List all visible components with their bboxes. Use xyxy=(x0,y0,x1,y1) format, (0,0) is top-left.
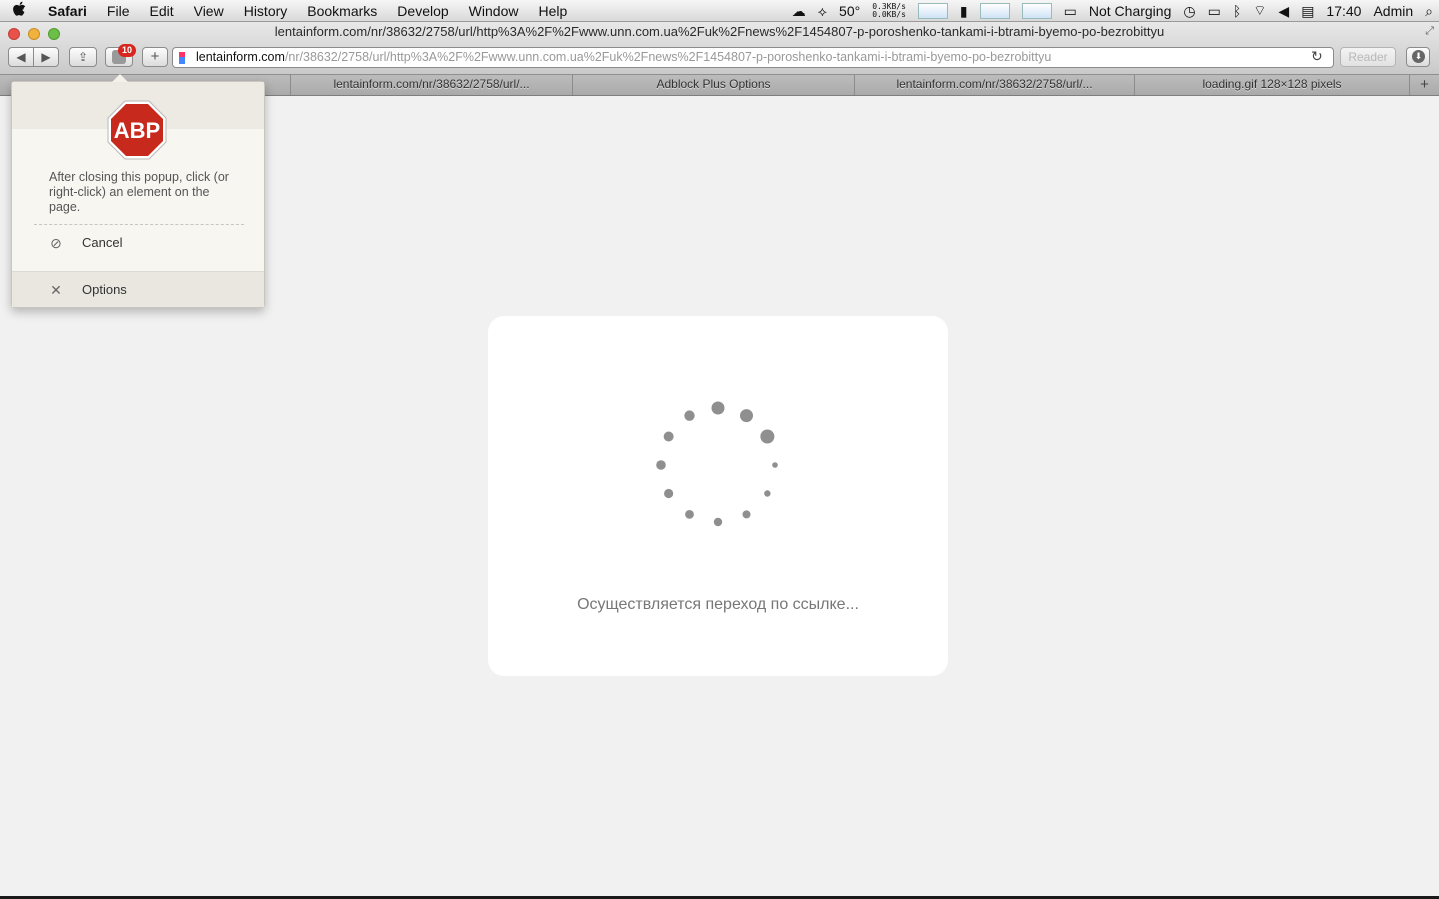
abp-logo-text: ABP xyxy=(114,118,160,143)
menu-view[interactable]: View xyxy=(184,3,234,19)
menu-history[interactable]: History xyxy=(234,3,298,19)
downloads-button[interactable]: ⬇ xyxy=(1406,47,1430,67)
spinner-dot xyxy=(656,460,666,470)
time-machine-icon[interactable]: ◷ xyxy=(1183,3,1195,20)
menu-help[interactable]: Help xyxy=(528,3,577,19)
cancel-icon: ⊘ xyxy=(50,235,62,251)
cancel-label: Cancel xyxy=(82,235,123,250)
network-graph-icon[interactable] xyxy=(917,3,948,19)
volume-icon[interactable]: ◀ xyxy=(1278,3,1289,20)
spinner-dot xyxy=(684,410,695,421)
tab-lentainform-1[interactable]: lentainform.com/nr/38632/2758/url/... xyxy=(290,75,572,95)
cpu-graph-icon[interactable] xyxy=(979,3,1010,19)
spinner-dot xyxy=(772,462,778,468)
reload-icon[interactable]: ↻ xyxy=(1311,48,1323,65)
menu-develop[interactable]: Develop xyxy=(387,3,458,19)
window-title: lentainform.com/nr/38632/2758/url/http%3… xyxy=(274,24,1165,39)
share-button[interactable]: ⇪ xyxy=(69,47,97,67)
battery-icon[interactable]: ▭ xyxy=(1064,3,1077,20)
abp-logo-icon: ABP xyxy=(107,100,167,160)
tab-adblock-options[interactable]: Adblock Plus Options xyxy=(572,75,854,95)
spinner-dot xyxy=(663,431,674,442)
spotlight-search-icon[interactable]: ⌕ xyxy=(1425,3,1433,20)
menu-edit[interactable]: Edit xyxy=(139,3,183,19)
spinner-dot xyxy=(740,409,753,423)
cloud-icon[interactable]: ☁ xyxy=(792,3,806,20)
menu-safari[interactable]: Safari xyxy=(38,3,97,19)
wifi-icon[interactable]: ⌔ xyxy=(1253,2,1266,20)
satellite-icon[interactable]: ⟡ xyxy=(818,3,827,20)
fullscreen-icon[interactable]: ⤢ xyxy=(1425,25,1434,38)
clock[interactable]: 17:40 xyxy=(1326,3,1361,19)
popup-arrow xyxy=(112,74,128,82)
apple-menu-icon[interactable] xyxy=(0,1,38,21)
spinner-dot xyxy=(664,488,674,499)
menu-file[interactable]: File xyxy=(97,3,140,19)
add-bookmark-button[interactable]: + xyxy=(142,47,168,67)
spinner-dot xyxy=(764,490,771,497)
back-button[interactable]: ◀ xyxy=(8,47,34,67)
favicon-icon xyxy=(179,52,185,64)
tools-icon: ✕ xyxy=(50,282,62,298)
menu-bookmarks[interactable]: Bookmarks xyxy=(297,3,387,19)
new-tab-button[interactable]: + xyxy=(1409,75,1439,95)
tab-lentainform-2[interactable]: lentainform.com/nr/38632/2758/url/... xyxy=(854,75,1134,95)
options-label: Options xyxy=(82,282,127,297)
reader-button[interactable]: Reader xyxy=(1340,47,1396,67)
redirect-card: Осуществляется переход по ссылке... xyxy=(488,316,948,676)
download-icon: ⬇ xyxy=(1412,50,1425,63)
popup-instructions: After closing this popup, click (or righ… xyxy=(49,170,229,214)
us-flag-icon[interactable]: ▤ xyxy=(1301,3,1314,20)
disk-graph-icon[interactable] xyxy=(1021,3,1052,19)
spinner-dot xyxy=(742,510,751,519)
spinner-dot xyxy=(711,401,725,415)
browser-window-chrome: lentainform.com/nr/38632/2758/url/http%3… xyxy=(0,22,1439,75)
abp-blocked-count-badge: 10 xyxy=(118,44,136,57)
user-menu[interactable]: Admin xyxy=(1373,3,1413,19)
url-path: /nr/38632/2758/url/http%3A%2F%2Fwww.unn.… xyxy=(284,50,1052,64)
menu-bar: Safari File Edit View History Bookmarks … xyxy=(0,0,1439,22)
bluetooth-icon[interactable]: ᛒ xyxy=(1233,3,1241,19)
temperature-readout[interactable]: 50° xyxy=(839,3,860,19)
menu-window[interactable]: Window xyxy=(459,3,529,19)
net-download-rate: 0.0KB/s xyxy=(872,10,906,19)
display-icon[interactable]: ▭ xyxy=(1208,3,1221,20)
cancel-menu-item[interactable]: ⊘ Cancel xyxy=(12,225,264,261)
address-bar[interactable]: lentainform.com/nr/38632/2758/url/http%3… xyxy=(172,47,1334,68)
loading-spinner-icon xyxy=(656,401,778,527)
spinner-dot xyxy=(685,509,694,519)
spinner-dot xyxy=(760,429,775,444)
memory-icon[interactable]: ▮ xyxy=(960,3,968,20)
status-menus: ☁ ⟡ 50° 0.3KB/s 0.0KB/s ▮ ▭ Not Charging… xyxy=(786,0,1439,22)
forward-button[interactable]: ▶ xyxy=(33,47,59,67)
redirect-message: Осуществляется переход по ссылке... xyxy=(577,596,859,613)
options-menu-item[interactable]: ✕ Options xyxy=(12,271,264,307)
adblock-plus-popup: ABP After closing this popup, click (or … xyxy=(11,74,265,308)
network-rates[interactable]: 0.3KB/s 0.0KB/s xyxy=(872,3,906,19)
battery-status-text[interactable]: Not Charging xyxy=(1089,3,1172,19)
url-host: lentainform.com xyxy=(196,50,285,64)
tab-loading-gif[interactable]: loading.gif 128×128 pixels xyxy=(1134,75,1409,95)
spinner-dot xyxy=(713,517,723,527)
